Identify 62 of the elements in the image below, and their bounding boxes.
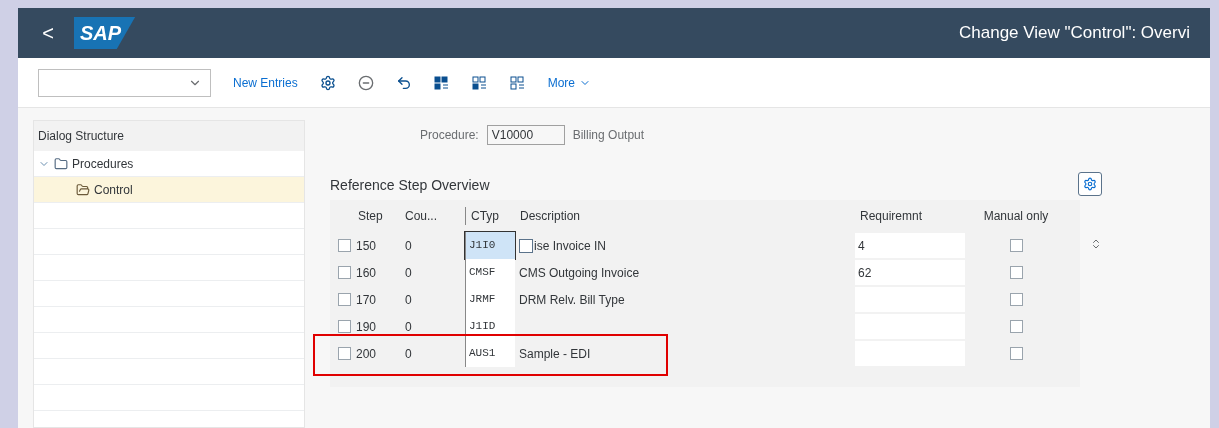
- table-title: Reference Step Overview: [330, 176, 490, 195]
- deselect-all-icon[interactable]: [509, 74, 526, 91]
- tree-item[interactable]: Control: [34, 177, 304, 203]
- select-block-icon[interactable]: [471, 74, 488, 91]
- checkbox[interactable]: [338, 266, 351, 279]
- checkbox[interactable]: [338, 239, 351, 252]
- checkbox[interactable]: [1009, 266, 1023, 279]
- table-cell-text: 0: [404, 318, 413, 336]
- column-header[interactable]: Requiremnt: [855, 207, 965, 225]
- ctyp-field[interactable]: CMSF: [465, 259, 515, 286]
- tree-label: Procedures: [72, 155, 134, 173]
- table-cell-text: 0: [404, 291, 413, 309]
- requirement-field[interactable]: 62: [855, 260, 965, 285]
- scroll-arrows-icon[interactable]: [1090, 238, 1102, 250]
- checkbox[interactable]: [338, 347, 351, 360]
- requirement-field[interactable]: 4: [855, 233, 965, 258]
- delete-icon[interactable]: [357, 74, 374, 91]
- table-cell-text: 0: [404, 237, 413, 255]
- procedure-label: Procedure:: [420, 127, 479, 144]
- table-cell-text: 150: [356, 237, 377, 255]
- new-entries-button[interactable]: New Entries: [233, 73, 298, 92]
- procedure-description: Billing Output: [572, 127, 645, 144]
- checkbox[interactable]: [338, 293, 351, 306]
- undo-icon[interactable]: [395, 74, 412, 91]
- table-cell-text: ise Invoice IN: [534, 237, 607, 255]
- ctyp-field[interactable]: AUS1: [465, 340, 515, 367]
- table-cell-text: DRM Relv. Bill Type: [519, 291, 625, 309]
- table-cell-text: Sample - EDI: [519, 345, 591, 363]
- panel-title: Dialog Structure: [37, 128, 126, 145]
- select-all-icon[interactable]: [433, 74, 450, 91]
- checkbox[interactable]: [338, 320, 351, 333]
- more-button[interactable]: More: [547, 73, 592, 92]
- ctyp-field[interactable]: J1ID: [465, 313, 515, 340]
- table-cell-text: CMS Outgoing Invoice: [519, 264, 640, 282]
- checkbox[interactable]: [1009, 320, 1023, 333]
- back-button[interactable]: <: [38, 18, 58, 48]
- table-cell-text: 160: [356, 264, 377, 282]
- window-title: Change View "Control": Overvi: [959, 22, 1190, 45]
- column-header[interactable]: Manual only: [965, 207, 1067, 225]
- settings-button[interactable]: [1078, 172, 1102, 196]
- column-header[interactable]: Cou...: [400, 207, 465, 225]
- checkbox[interactable]: [1009, 293, 1023, 306]
- table-cell-text: 200: [356, 345, 377, 363]
- checkbox[interactable]: [1009, 239, 1023, 252]
- column-header[interactable]: Description: [515, 207, 855, 225]
- tree-label: Control: [94, 181, 133, 199]
- ctyp-field[interactable]: J1I0: [465, 232, 515, 259]
- dropdown-field[interactable]: [38, 68, 211, 97]
- value-help-icon[interactable]: [519, 238, 533, 253]
- table-cell-text: 190: [356, 318, 377, 336]
- sap-logo[interactable]: SAP: [74, 17, 136, 49]
- ctyp-field[interactable]: JRMF: [465, 286, 515, 313]
- table-cell-text: 170: [356, 291, 377, 309]
- checkbox[interactable]: [1009, 347, 1023, 360]
- table-cell-text: 0: [404, 264, 413, 282]
- folder-icon: [76, 182, 90, 197]
- column-header[interactable]: Step: [330, 207, 400, 225]
- procedure-field[interactable]: V10000: [486, 125, 565, 145]
- settings-icon: [1083, 177, 1097, 191]
- folder-icon: [54, 156, 68, 171]
- table-cell-text: 0: [404, 345, 413, 363]
- column-header[interactable]: CTyp: [465, 207, 515, 225]
